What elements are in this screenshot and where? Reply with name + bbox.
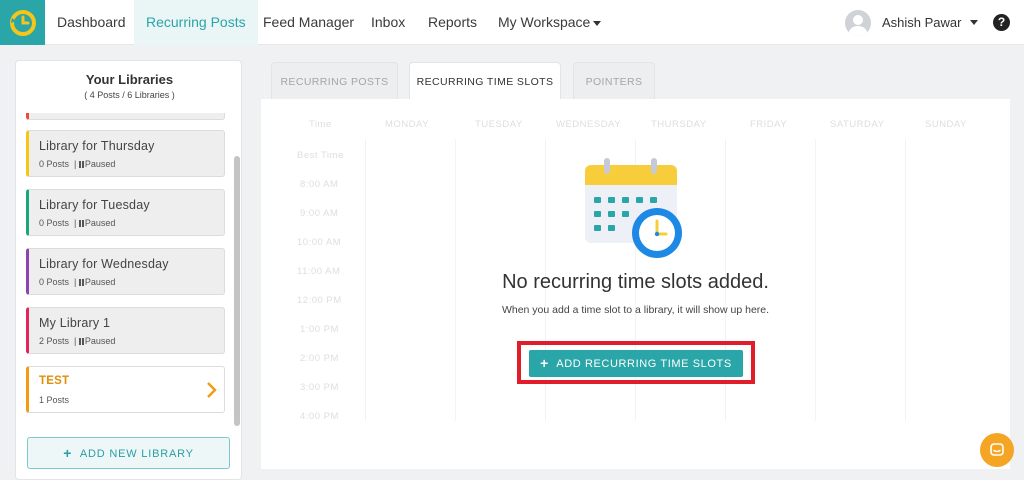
pause-icon — [78, 338, 81, 345]
app-logo[interactable] — [0, 0, 45, 45]
pause-icon — [78, 161, 81, 168]
grid-day-header: FRIDAY — [750, 119, 788, 130]
tab-pointers[interactable]: POINTERS — [573, 62, 655, 100]
pause-icon-bar — [81, 220, 84, 227]
chat-icon — [990, 443, 1004, 456]
caret-down-icon — [593, 20, 602, 26]
grid-time-label: 4:00 PM — [300, 411, 339, 422]
tab-recurring-time-slots[interactable]: RECURRING TIME SLOTS — [409, 62, 561, 102]
nav-recurring-posts[interactable]: Recurring Posts — [134, 0, 258, 45]
pause-icon-bar — [81, 279, 84, 286]
sidebar-subtitle: ( 4 Posts / 6 Libraries ) — [84, 90, 175, 100]
library-status: Paused — [84, 218, 116, 228]
top-navbar: Dashboard Recurring Posts Feed Manager I… — [0, 0, 1024, 45]
sidebar-title: Your Libraries — [85, 72, 174, 87]
library-card[interactable]: My Library 1 2 Posts | Paused — [26, 307, 225, 354]
grid-time-label: 3:00 PM — [300, 382, 339, 393]
add-new-library-label: ADD NEW LIBRARY — [79, 448, 194, 460]
grid-time-label: Best Time — [297, 150, 344, 161]
plus-icon: + — [540, 355, 549, 371]
grid-day-header: WEDNESDAY — [556, 119, 622, 130]
library-status: Paused — [84, 159, 116, 169]
sidebar-scrollbar[interactable] — [234, 156, 240, 426]
nav-inbox[interactable]: Inbox — [359, 0, 417, 45]
library-meta: 1 Posts — [39, 395, 69, 405]
library-status: Paused — [84, 277, 116, 287]
grid-time-label: 10:00 AM — [297, 237, 342, 248]
empty-state-subtitle: When you add a time slot to a library, i… — [501, 304, 770, 316]
library-name: TEST — [39, 375, 70, 387]
library-posts: 2 Posts — [39, 336, 70, 346]
highlight-box: + ADD RECURRING TIME SLOTS — [517, 341, 755, 384]
grid-day-header: MONDAY — [385, 119, 429, 130]
add-new-library-button[interactable]: + ADD NEW LIBRARY — [27, 437, 230, 469]
add-recurring-time-slots-button[interactable]: + ADD RECURRING TIME SLOTS — [529, 350, 743, 377]
empty-state-title: No recurring time slots added. — [502, 271, 769, 293]
pause-icon-bar — [81, 338, 84, 345]
library-meta: 2 Posts | Paused — [39, 336, 116, 346]
pause-icon-bar — [81, 161, 84, 168]
calendar-clock-icon — [585, 158, 682, 258]
library-name: My Library 1 — [39, 316, 111, 330]
grid-time-label: 8:00 AM — [300, 179, 339, 190]
library-status: Paused — [84, 336, 116, 346]
grid-day-header: SATURDAY — [830, 119, 885, 130]
library-name: Library for Thursday — [39, 139, 155, 153]
chat-widget-button[interactable] — [980, 433, 1014, 467]
library-meta: 0 Posts | Paused — [39, 218, 116, 228]
pause-icon — [78, 220, 81, 227]
grid-day-header: THURSDAY — [651, 119, 707, 130]
nav-dashboard[interactable]: Dashboard — [45, 0, 138, 45]
plus-icon: + — [63, 445, 73, 461]
grid-time-label: 9:00 AM — [300, 208, 339, 219]
library-meta: 0 Posts | Paused — [39, 277, 116, 287]
library-posts: 1 Posts — [39, 395, 70, 405]
user-name: Ashish Pawar — [882, 15, 962, 30]
help-icon[interactable]: ? — [993, 14, 1010, 31]
library-card-partial[interactable] — [26, 113, 225, 120]
caret-down-icon — [970, 20, 979, 25]
library-meta: 0 Posts | Paused — [39, 159, 116, 169]
library-posts: 0 Posts — [39, 218, 70, 228]
add-recurring-time-slots-label: ADD RECURRING TIME SLOTS — [556, 358, 732, 370]
library-card-selected[interactable]: TEST 1 Posts — [26, 366, 225, 413]
grid-day-header: TUESDAY — [475, 119, 523, 130]
nav-my-workspace-label: My Workspace — [498, 14, 591, 30]
library-posts: 0 Posts — [39, 159, 70, 169]
chevron-right-icon — [207, 382, 217, 398]
library-card[interactable]: Library for Wednesday 0 Posts | Paused — [26, 248, 225, 295]
nav-my-workspace[interactable]: My Workspace — [486, 0, 613, 45]
library-card[interactable]: Library for Tuesday 0 Posts | Paused — [26, 189, 225, 236]
user-avatar-icon — [845, 9, 871, 36]
grid-time-header: Time — [309, 119, 332, 130]
nav-reports[interactable]: Reports — [416, 0, 489, 45]
user-menu[interactable]: Ashish Pawar — [845, 0, 979, 45]
library-name: Library for Wednesday — [39, 257, 169, 271]
grid-time-label: 2:00 PM — [300, 353, 339, 364]
libraries-sidebar: Your Libraries ( 4 Posts / 6 Libraries )… — [15, 60, 242, 480]
pause-icon — [78, 279, 81, 286]
clock-logo-icon — [9, 9, 36, 36]
library-posts: 0 Posts — [39, 277, 70, 287]
library-name: Library for Tuesday — [39, 198, 150, 212]
grid-time-label: 1:00 PM — [300, 324, 339, 335]
tab-recurring-posts[interactable]: RECURRING POSTS — [271, 62, 398, 100]
library-card[interactable]: Library for Thursday 0 Posts | Paused — [26, 130, 225, 177]
library-list: Library for Thursday 0 Posts | Paused Li… — [25, 113, 237, 431]
grid-day-header: SUNDAY — [925, 119, 967, 130]
time-slots-panel: Time MONDAY TUESDAY WEDNESDAY THURSDAY F… — [261, 99, 1010, 469]
nav-feed-manager[interactable]: Feed Manager — [251, 0, 366, 45]
